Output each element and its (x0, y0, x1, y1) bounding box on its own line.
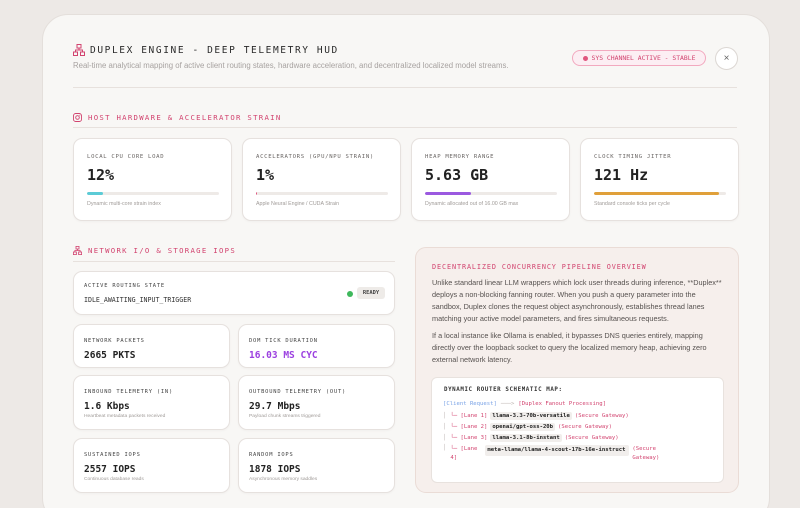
header-divider (73, 87, 737, 88)
stat-label: SUSTAINED IOPS (84, 452, 141, 458)
metric-subtext: Dynamic multi-core strain index (87, 201, 161, 207)
metric-subtext: Standard console ticks per cycle (594, 201, 670, 207)
metric-bar-fill (87, 192, 103, 195)
lane-model: openai/gpt-oss-20b (490, 423, 556, 431)
metric-card-cpu: LOCAL CPU CORE LOAD 12% Dynamic multi-co… (73, 138, 232, 221)
routing-state-card: ACTIVE ROUTING STATE IDLE_AWAITING_INPUT… (73, 271, 395, 315)
close-icon: × (723, 53, 730, 64)
lane-gateway: (Secure Gateway) (632, 446, 660, 461)
stat-value-accent: 16.03 MS CYC (249, 350, 318, 361)
network-section-heading: NETWORK I/O & STORAGE IOPS (73, 246, 236, 255)
lane-model: meta-llama/llama-4-scout-17b-16e-instruc… (485, 445, 630, 456)
lane-branch: └─ [Lane 1] (450, 413, 488, 419)
stat-value: 1.6 Kbps (84, 401, 130, 412)
stat-label: DOM TICK DURATION (249, 338, 318, 344)
metric-card-accelerators: ACCELERATORS (GPU/NPU STRAIN) 1% Apple N… (242, 138, 401, 221)
stat-label: OUTBOUND TELEMETRY (OUT) (249, 389, 347, 395)
stat-value: 1878 IOPS (249, 464, 301, 475)
metric-bar-fill (425, 192, 472, 195)
pipeline-paragraph: If a local instance like Ollama is enabl… (432, 331, 707, 364)
pipeline-title: DECENTRALIZED CONCURRENCY PIPELINE OVERV… (432, 263, 647, 271)
lane-model: llama-3.1-8b-instant (490, 434, 562, 442)
schematic-lane: │ └─ [Lane 4] meta-llama/llama-4-scout-1… (443, 445, 670, 463)
lane-branch: └─ [Lane 2] (450, 424, 488, 430)
stat-value: 2665 PKTS (84, 350, 136, 361)
network-divider (73, 261, 395, 262)
metric-card-heap-memory: HEAP MEMORY RANGE 5.63 GB Dynamic alloca… (411, 138, 570, 221)
status-dot-icon (582, 55, 588, 61)
lane-model: llama-3.3-70b-versatile (490, 412, 572, 420)
metric-bar (256, 192, 388, 195)
metric-subtext: Dynamic allocated out of 16.00 GB max (425, 201, 519, 207)
stat-label: RANDOM IOPS (249, 452, 294, 458)
metric-value: 1% (256, 166, 275, 184)
ready-badge: READY (357, 287, 385, 299)
pipeline-overview-panel: DECENTRALIZED CONCURRENCY PIPELINE OVERV… (415, 247, 739, 493)
stat-label: INBOUND TELEMETRY (IN) (84, 389, 173, 395)
metric-bar-fill (594, 192, 720, 195)
metric-label: CLOCK TIMING JITTER (594, 154, 672, 160)
page-title: DUPLEX ENGINE - DEEP TELEMETRY HUD (90, 45, 339, 56)
metric-bar (87, 192, 219, 195)
stat-card-sustained-iops: SUSTAINED IOPS 2557 IOPS Continuous data… (73, 438, 230, 493)
schematic-lane: │ └─ [Lane 3] llama-3.1-8b-instant (Secu… (443, 434, 619, 442)
status-badge-label: SYS CHANNEL ACTIVE - STABLE (591, 54, 696, 62)
page-subtitle: Real-time analytical mapping of active c… (73, 61, 509, 70)
metric-bar (594, 192, 726, 195)
lane-gateway: (Secure Gateway) (564, 435, 619, 441)
ready-indicator-icon (347, 291, 353, 297)
stat-subtext: Continuous database reads (84, 477, 144, 482)
metric-value: 12% (87, 166, 115, 184)
schematic-lane: │ └─ [Lane 2] openai/gpt-oss-20b (Secure… (443, 423, 612, 431)
status-badge: SYS CHANNEL ACTIVE - STABLE (572, 50, 706, 66)
stat-card-outbound-telemetry: OUTBOUND TELEMETRY (OUT) 29.7 Mbps Paylo… (238, 375, 395, 430)
metric-label: HEAP MEMORY RANGE (425, 154, 495, 160)
lane-gateway: (Secure Gateway) (574, 413, 629, 419)
metric-subtext: Apple Neural Engine / CUDA Strain (256, 201, 340, 207)
stat-card-random-iops: RANDOM IOPS 1878 IOPS Asynchronous memor… (238, 438, 395, 493)
stat-subtext: Payload chunk streams triggered (249, 414, 321, 419)
stat-label: NETWORK PACKETS (84, 338, 145, 344)
metric-label: LOCAL CPU CORE LOAD (87, 154, 165, 160)
stat-card-dom-tick: DOM TICK DURATION 16.03 MS CYC (238, 324, 395, 368)
lane-gateway: (Secure Gateway) (558, 424, 612, 430)
lane-branch: └─ [Lane 3] (450, 435, 488, 441)
schematic-lane: │ └─ [Lane 1] llama-3.3-70b-versatile (S… (443, 412, 629, 420)
network-nodes-icon (73, 246, 82, 255)
metric-bar (425, 192, 557, 195)
schematic-client: [Client Request] (443, 401, 497, 407)
metric-bar-fill (256, 192, 258, 195)
routing-state-label: ACTIVE ROUTING STATE (84, 283, 165, 289)
stat-subtext: Heartbeat metadata packets received (84, 414, 166, 419)
stat-value: 2557 IOPS (84, 464, 136, 475)
network-nodes-icon (73, 44, 85, 56)
schematic-fanout: [Duplex Fanout Processing] (518, 401, 606, 407)
stat-card-network-packets: NETWORK PACKETS 2665 PKTS (73, 324, 230, 368)
pipeline-paragraph: Unlike standard linear LLM wrappers whic… (432, 278, 722, 323)
schematic-arrow: ───> (500, 401, 515, 407)
stat-subtext: Asynchronous memory saddles (249, 477, 318, 482)
metric-value: 121 Hz (594, 166, 649, 184)
hardware-section-heading: HOST HARDWARE & ACCELERATOR STRAIN (73, 113, 282, 122)
metric-value: 5.63 GB (425, 166, 489, 184)
stat-value: 29.7 Mbps (249, 401, 301, 412)
stat-card-inbound-telemetry: INBOUND TELEMETRY (IN) 1.6 Kbps Heartbea… (73, 375, 230, 430)
metric-card-clock-jitter: CLOCK TIMING JITTER 121 Hz Standard cons… (580, 138, 739, 221)
routing-state-value: IDLE_AWAITING_INPUT_TRIGGER (84, 296, 192, 304)
router-schematic-map: DYNAMIC ROUTER SCHEMATIC MAP: [Client Re… (431, 377, 724, 483)
metric-label: ACCELERATORS (GPU/NPU STRAIN) (256, 154, 374, 160)
close-button[interactable]: × (715, 47, 738, 70)
lane-branch: └─ [Lane 4] (450, 446, 478, 461)
schematic-title: DYNAMIC ROUTER SCHEMATIC MAP: (444, 387, 563, 393)
camera-icon (73, 113, 82, 122)
hardware-divider (73, 127, 737, 128)
schematic-root-line: [Client Request] ───> [Duplex Fanout Pro… (443, 401, 606, 407)
